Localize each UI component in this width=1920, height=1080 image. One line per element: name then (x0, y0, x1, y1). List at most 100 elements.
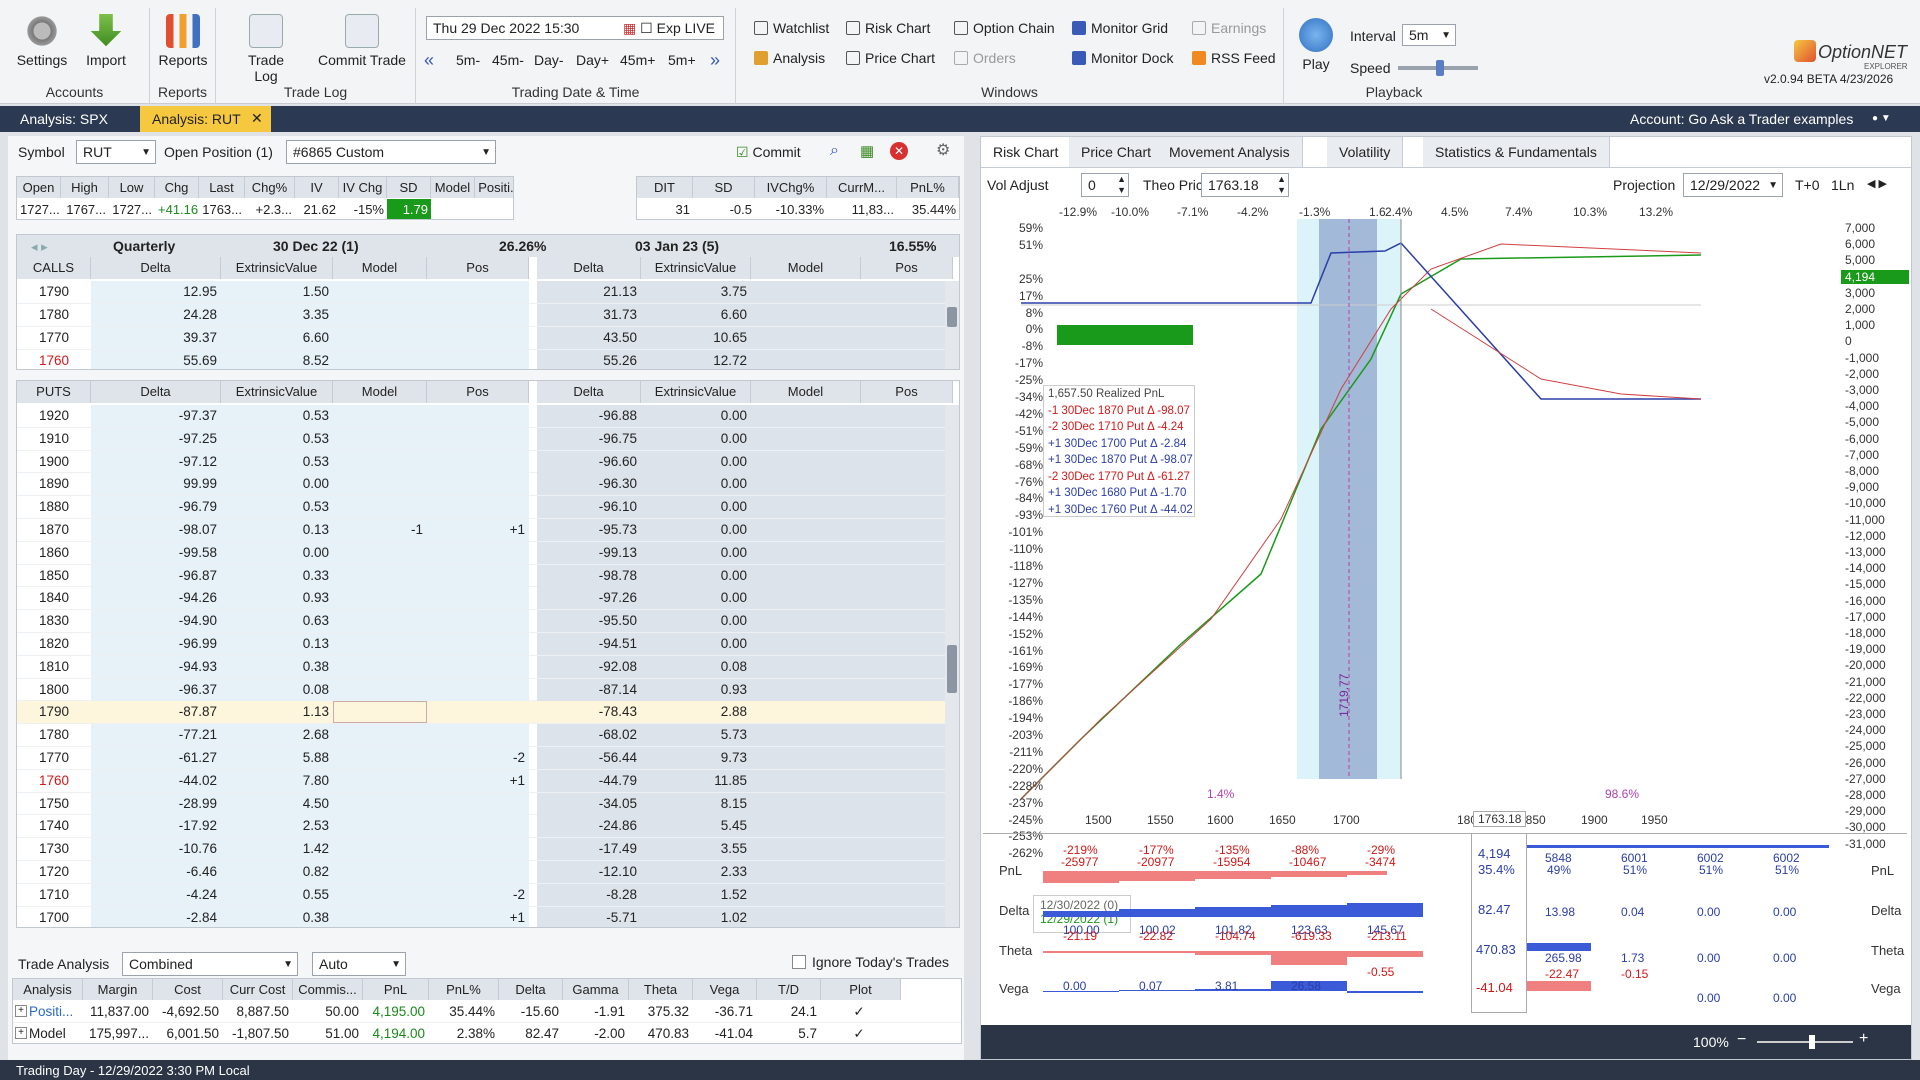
call-pos-30dec[interactable] (427, 327, 529, 349)
put-pos-30dec[interactable] (427, 587, 529, 610)
puts-table-row[interactable]: 1830 -94.90 0.63 -95.50 0.00 (17, 610, 959, 633)
put-pos-03jan[interactable] (861, 724, 953, 747)
rss-feed-button[interactable]: RSS Feed (1192, 50, 1276, 66)
auto-select[interactable]: Auto ▼ (312, 952, 406, 976)
put-model-30dec[interactable] (333, 496, 427, 519)
call-model-30dec[interactable] (333, 281, 427, 303)
put-pos-30dec[interactable] (427, 610, 529, 633)
put-model-03jan[interactable] (751, 724, 861, 747)
put-pos-30dec[interactable]: -2 (427, 883, 529, 906)
puts-table-row[interactable]: 1710 -4.24 0.55 -2 -8.28 1.52 (17, 883, 959, 907)
puts-table-row[interactable]: 1730 -10.76 1.42 -17.49 3.55 (17, 838, 959, 861)
put-pos-03jan[interactable] (861, 564, 953, 587)
step-45m-minus[interactable]: 45m- (492, 52, 524, 68)
put-model-03jan[interactable] (751, 883, 861, 906)
put-model-03jan[interactable] (751, 815, 861, 838)
put-pos-03jan[interactable] (861, 815, 953, 838)
put-model-03jan[interactable] (751, 747, 861, 769)
put-pos-03jan[interactable] (861, 473, 953, 496)
exp-nav-icon[interactable]: ◂ ▸ (31, 239, 48, 255)
put-pos-03jan[interactable] (861, 633, 953, 655)
call-model-03jan[interactable] (751, 350, 861, 369)
puts-table-row[interactable]: 1820 -96.99 0.13 -94.51 0.00 (17, 633, 959, 656)
call-model-03jan[interactable] (751, 281, 861, 303)
put-model-30dec[interactable] (333, 610, 427, 633)
calls-table-row[interactable]: 1780 24.28 3.35 31.73 6.60 (17, 304, 959, 327)
put-pos-03jan[interactable] (861, 701, 953, 723)
analysis-button[interactable]: Analysis (754, 50, 825, 66)
put-model-30dec[interactable]: -1 (333, 519, 427, 541)
put-pos-30dec[interactable] (427, 678, 529, 701)
put-pos-30dec[interactable] (427, 450, 529, 473)
put-pos-30dec[interactable] (427, 724, 529, 747)
puts-table-row[interactable]: 1720 -6.46 0.82 -12.10 2.33 (17, 861, 959, 884)
put-pos-30dec[interactable] (427, 496, 529, 519)
gear-icon[interactable]: ⚙ (936, 140, 950, 160)
step-back-icon[interactable]: « (424, 50, 434, 71)
puts-table-row[interactable]: 1750 -28.99 4.50 -34.05 8.15 (17, 792, 959, 816)
puts-table-row[interactable]: 1860 -99.58 0.00 -99.13 0.00 (17, 541, 959, 565)
put-pos-30dec[interactable] (427, 541, 529, 564)
delete-icon[interactable]: ✕ (890, 142, 908, 160)
put-pos-03jan[interactable] (861, 610, 953, 633)
put-model-30dec[interactable] (333, 883, 427, 906)
put-model-30dec[interactable] (333, 427, 427, 450)
put-model-30dec[interactable] (333, 861, 427, 883)
puts-table-row[interactable]: 1880 -96.79 0.53 -96.10 0.00 (17, 496, 959, 519)
puts-table-row[interactable]: 1850 -96.87 0.33 -98.78 0.00 (17, 564, 959, 588)
put-pos-30dec[interactable] (427, 427, 529, 450)
put-model-03jan[interactable] (751, 792, 861, 815)
ta-cell[interactable]: ✓ (821, 1026, 901, 1042)
put-pos-30dec[interactable] (427, 838, 529, 861)
put-pos-30dec[interactable] (427, 655, 529, 678)
put-model-30dec[interactable] (333, 405, 427, 427)
option-chain-button[interactable]: Option Chain (954, 20, 1055, 36)
put-pos-30dec[interactable] (427, 473, 529, 496)
put-pos-30dec[interactable] (427, 861, 529, 883)
puts-table-row[interactable]: 1790 -87.87 1.13 -78.43 2.88 (17, 701, 959, 725)
puts-table-row[interactable]: 1890 99.99 0.00 -96.30 0.00 (17, 473, 959, 497)
puts-scrollbar[interactable] (945, 405, 959, 927)
put-pos-03jan[interactable] (861, 450, 953, 473)
put-model-30dec[interactable] (333, 541, 427, 564)
puts-table-row[interactable]: 1700 -2.84 0.38 +1 -5.71 1.02 (17, 906, 959, 927)
put-model-03jan[interactable] (751, 838, 861, 861)
zoom-slider-thumb[interactable] (1809, 1035, 1815, 1049)
watchlist-button[interactable]: Watchlist (754, 20, 829, 36)
play-button[interactable]: Play (1286, 18, 1346, 72)
put-pos-30dec[interactable]: +1 (427, 769, 529, 792)
vol-adjust-spinner[interactable]: 0 ▲ ▼ (1081, 173, 1129, 197)
put-model-30dec[interactable] (333, 678, 427, 701)
puts-table-row[interactable]: 1810 -94.93 0.38 -92.08 0.08 (17, 655, 959, 679)
calls-table-row[interactable]: 1790 12.95 1.50 21.13 3.75 (17, 281, 959, 304)
put-model-30dec[interactable] (333, 701, 427, 724)
puts-table-row[interactable]: 1780 -77.21 2.68 -68.02 5.73 (17, 724, 959, 747)
put-model-30dec[interactable] (333, 564, 427, 587)
put-model-03jan[interactable] (751, 655, 861, 678)
puts-scrollbar-thumb[interactable] (947, 645, 957, 693)
calls-scrollbar-thumb[interactable] (947, 307, 957, 327)
commit-trade-button[interactable]: Commit Trade (312, 14, 412, 68)
grid-icon[interactable]: ▦ (860, 142, 874, 160)
call-model-30dec[interactable] (333, 327, 427, 349)
put-model-30dec[interactable] (333, 838, 427, 861)
step-45m-plus[interactable]: 45m+ (620, 52, 655, 68)
call-pos-30dec[interactable] (427, 304, 529, 326)
put-pos-30dec[interactable] (427, 405, 529, 427)
ta-cell[interactable]: ✓ (821, 1004, 901, 1020)
put-pos-03jan[interactable] (861, 405, 953, 427)
put-pos-03jan[interactable] (861, 541, 953, 564)
tab-volatility[interactable]: Volatility (1327, 137, 1404, 167)
monitor-grid-button[interactable]: Monitor Grid (1072, 20, 1168, 36)
puts-table-row[interactable]: 1870 -98.07 0.13 -1 +1 -95.73 0.00 (17, 519, 959, 542)
t-plus-zero[interactable]: T+0 (1795, 177, 1820, 193)
reports-button[interactable]: Reports (153, 14, 213, 68)
puts-table-row[interactable]: 1910 -97.25 0.53 -96.75 0.00 (17, 427, 959, 451)
call-pos-03jan[interactable] (861, 281, 953, 303)
call-model-30dec[interactable] (333, 304, 427, 326)
step-5m-minus[interactable]: 5m- (456, 52, 480, 68)
put-pos-30dec[interactable] (427, 701, 529, 723)
puts-table-row[interactable]: 1920 -97.37 0.53 -96.88 0.00 (17, 405, 959, 428)
tab-analysis-rut[interactable]: Analysis: RUT ✕ (140, 106, 271, 132)
tab-price-chart[interactable]: Price Chart (1069, 137, 1165, 167)
